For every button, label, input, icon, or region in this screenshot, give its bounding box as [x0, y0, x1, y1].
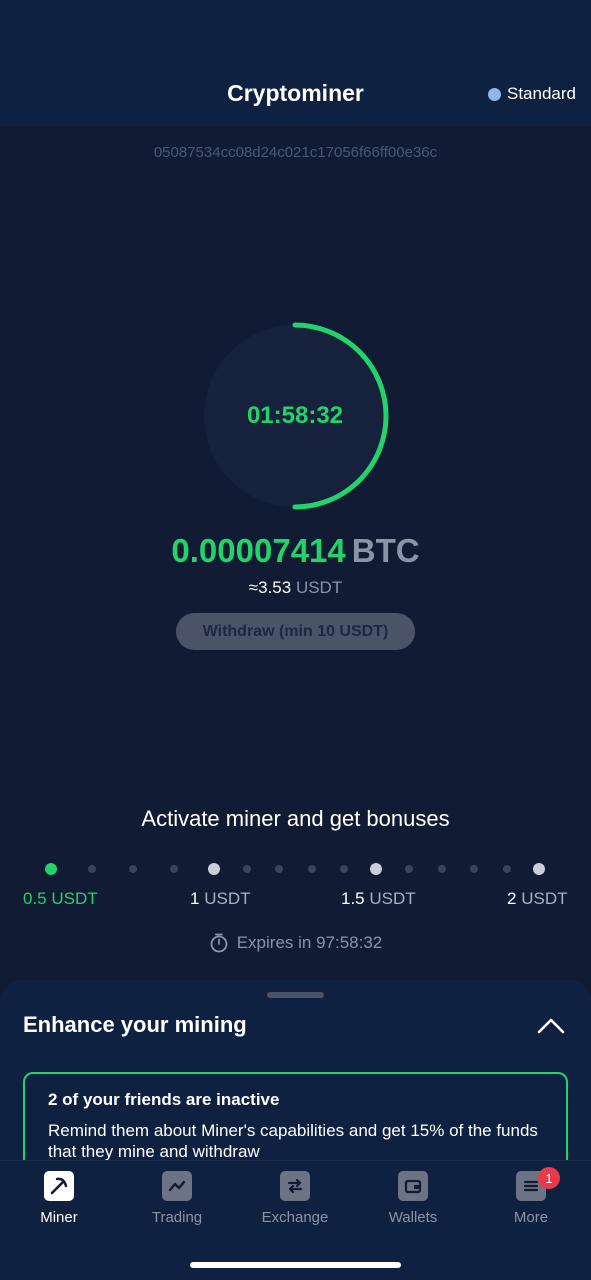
pickaxe-icon — [44, 1171, 74, 1201]
progress-dot — [503, 865, 511, 873]
friends-card-text: Remind them about Miner's capabilities a… — [48, 1121, 538, 1161]
milestone-unit: USDT — [204, 889, 251, 908]
plan-badge[interactable]: Standard — [488, 84, 576, 104]
home-indicator[interactable] — [190, 1262, 401, 1268]
milestone-unit: USDT — [369, 889, 416, 908]
progress-dot — [470, 865, 478, 873]
milestone-dot — [208, 863, 220, 875]
expires-row: Expires in 97:58:32 — [0, 933, 591, 953]
exchange-icon — [280, 1171, 310, 1201]
friends-card-title: 2 of your friends are inactive — [48, 1090, 280, 1109]
progress-dot — [308, 865, 316, 873]
timer-ring: 01:58:32 — [199, 320, 391, 512]
usdt-approx: ≈3.53 USDT — [0, 578, 591, 598]
app-screen: Cryptominer Standard 05087534cc08d24c021… — [0, 0, 591, 1280]
nav-label: Miner — [40, 1209, 78, 1226]
nav-item-wallets[interactable]: Wallets — [354, 1171, 472, 1231]
usdt-approx-unit: USDT — [295, 578, 343, 597]
milestone-value: 0.5 — [23, 889, 47, 908]
bonus-progress-track — [0, 862, 591, 876]
stopwatch-icon — [210, 933, 228, 953]
notification-badge: 1 — [538, 1167, 560, 1189]
milestone-value: 2 — [507, 889, 517, 908]
progress-dot — [340, 865, 348, 873]
header: Cryptominer Standard — [0, 0, 591, 126]
chevron-up-icon[interactable] — [536, 1016, 566, 1036]
nav-label: More — [513, 1209, 549, 1226]
sheet-title: Enhance your mining — [23, 1012, 247, 1037]
progress-dot — [438, 865, 446, 873]
mining-timer: 01:58:32 — [246, 402, 344, 429]
progress-dot — [275, 865, 283, 873]
milestone-value: 1.5 — [341, 889, 365, 908]
device-id: 05087534cc08d24c021c17056f66ff00e36c — [153, 144, 438, 161]
milestone-label-0-5: 0.5 USDT — [23, 889, 98, 909]
nav-item-miner[interactable]: Miner — [0, 1171, 118, 1231]
btc-amount: 0.00007414 — [171, 532, 346, 569]
nav-item-trading[interactable]: Trading — [118, 1171, 236, 1231]
plan-status-dot — [488, 87, 501, 101]
milestone-value: 1 — [190, 889, 200, 908]
milestone-label-1-5: 1.5 USDT — [341, 889, 416, 909]
withdraw-button[interactable]: Withdraw (min 10 USDT) — [176, 613, 415, 650]
milestone-dot — [370, 863, 382, 875]
milestone-unit: USDT — [51, 889, 98, 908]
btc-currency: BTC — [351, 532, 420, 569]
milestone-label-1: 1 USDT — [190, 889, 250, 909]
plan-label: Standard — [507, 84, 576, 103]
nav-label: Trading — [151, 1209, 203, 1226]
progress-dot — [170, 865, 178, 873]
chart-icon — [162, 1171, 192, 1201]
milestone-label-2: 2 USDT — [507, 889, 567, 909]
nav-item-exchange[interactable]: Exchange — [236, 1171, 354, 1231]
progress-dot — [243, 865, 251, 873]
milestone-dot-active — [45, 863, 57, 875]
progress-dot — [129, 865, 137, 873]
nav-label: Wallets — [388, 1209, 438, 1226]
progress-dot — [405, 865, 413, 873]
btc-balance: 0.00007414 BTC — [0, 532, 591, 570]
wallet-icon — [398, 1171, 428, 1201]
progress-dot — [88, 865, 96, 873]
nav-label: Exchange — [261, 1209, 329, 1226]
milestone-unit: USDT — [521, 889, 568, 908]
expires-label: Expires in 97:58:32 — [236, 933, 383, 952]
nav-item-more[interactable]: 1 More — [472, 1167, 590, 1231]
sheet-drag-handle[interactable] — [267, 992, 324, 998]
bonus-title: Activate miner and get bonuses — [141, 806, 450, 831]
usdt-approx-value: ≈3.53 — [248, 578, 292, 597]
milestone-dot — [533, 863, 545, 875]
